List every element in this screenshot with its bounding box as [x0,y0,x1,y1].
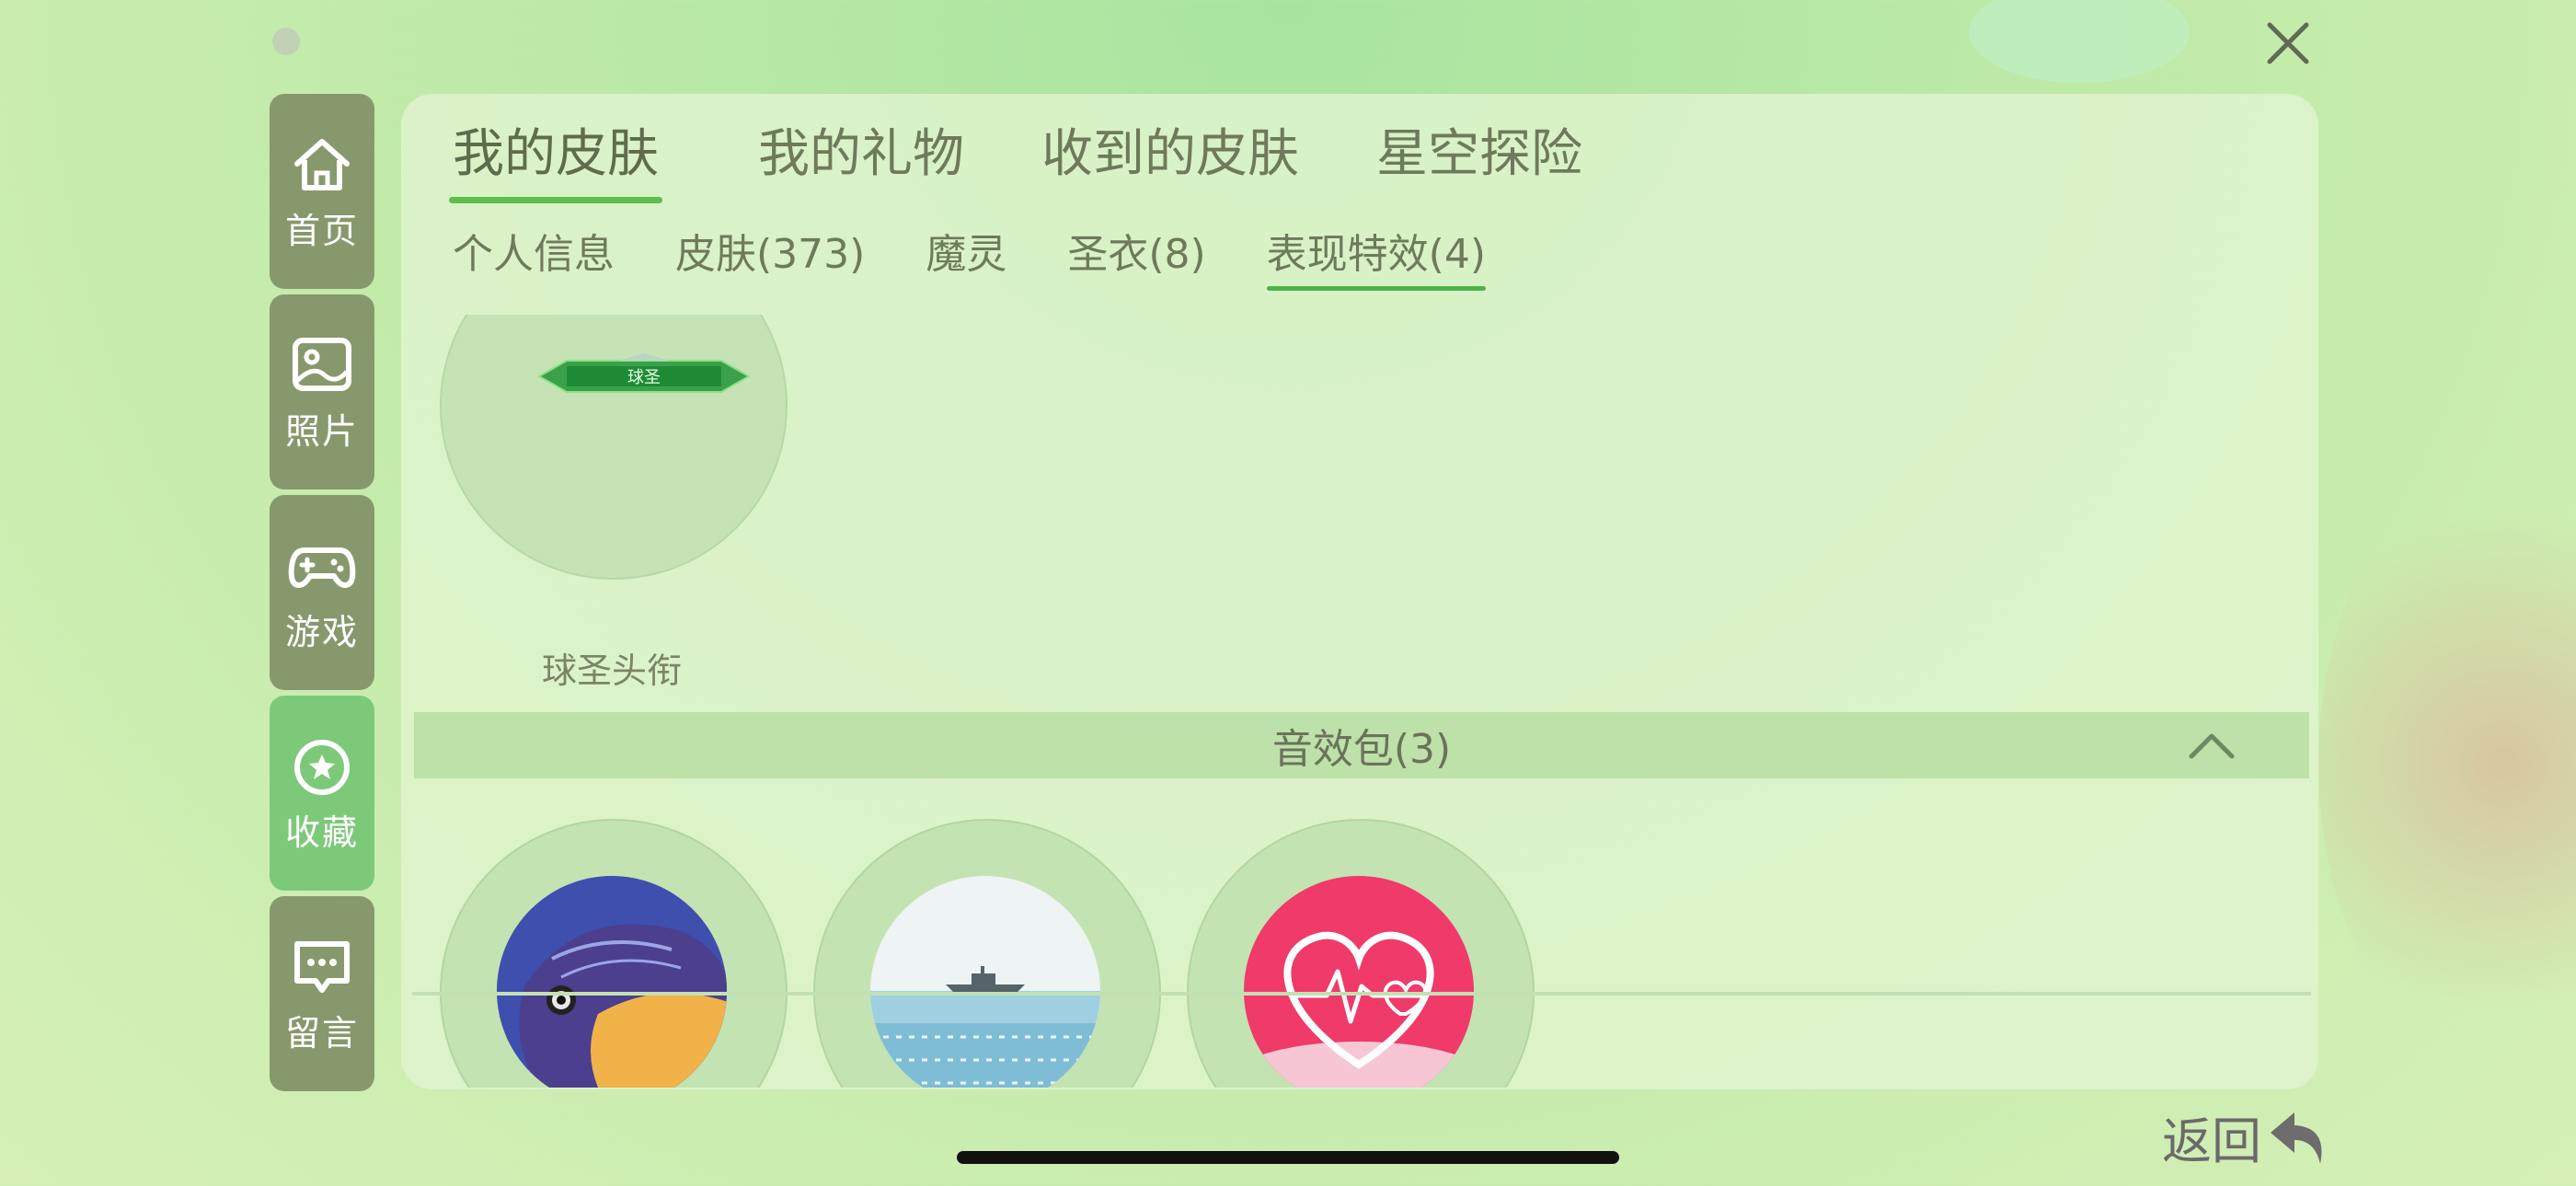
sidebar-item-label: 留言 [284,1012,359,1054]
back-label: 返回 [2162,1112,2261,1170]
tab-my-gifts[interactable]: 我的礼物 [758,112,964,187]
close-button[interactable] [2265,20,2311,66]
star-icon [294,739,350,795]
photo-icon [293,337,351,391]
title-badge-item[interactable]: 球圣 [440,315,788,580]
top-tabs: 我的皮肤 我的礼物 收到的皮肤 星空探险 [449,112,1582,203]
sidebar-item-label: 收藏 [284,812,359,853]
sidebar: 首页 照片 游戏 收藏 留言 [270,94,374,1097]
tab-my-skins[interactable]: 我的皮肤 [449,112,662,203]
sound-pack-item[interactable] [440,819,788,1088]
sub-tabs: 个人信息 皮肤(373) 魔灵 圣衣(8) 表现特效(4) [453,221,1487,291]
subtab-effects[interactable]: 表现特效(4) [1266,221,1487,291]
back-arrow-icon [2271,1111,2322,1164]
tab-received-skins[interactable]: 收到的皮肤 [1041,112,1299,187]
sidebar-item-games[interactable]: 游戏 [270,495,374,690]
sidebar-item-favorites[interactable]: 收藏 [270,696,374,891]
back-button[interactable]: 返回 [2162,1100,2331,1173]
title-badge-image: 球圣 [536,353,752,393]
close-icon [2267,22,2309,64]
subtab-profile[interactable]: 个人信息 [453,221,615,280]
sidebar-item-home[interactable]: 首页 [270,94,374,289]
sidebar-item-label: 首页 [284,210,359,251]
section-title: 音效包(3) [1271,726,1452,773]
main-panel: 我的皮肤 我的礼物 收到的皮肤 星空探险 个人信息 皮肤(373) 魔灵 圣衣(… [401,94,2318,1089]
sidebar-item-label: 照片 [284,410,359,452]
bokeh-decoration [272,28,300,55]
subtab-skins[interactable]: 皮肤(373) [675,221,865,280]
chevron-up-icon[interactable] [2188,729,2236,762]
sidebar-item-messages[interactable]: 留言 [270,896,374,1091]
sound-pack-section-header[interactable]: 音效包(3) [414,712,2309,778]
title-badge-label: 球圣头衔 [541,651,682,691]
home-indicator[interactable] [957,1151,1619,1164]
title-badge-text: 球圣 [627,368,661,387]
message-icon [294,940,350,993]
tab-star-adventure[interactable]: 星空探险 [1376,112,1582,187]
sound-pack-item[interactable] [1187,819,1535,1088]
home-icon [294,138,350,190]
effects-list: 球圣 球圣头衔 音效包(3) [401,315,2318,1088]
bokeh-decoration [2318,460,2576,1067]
list-bottom-divider [412,992,2311,996]
subtab-spirits[interactable]: 魔灵 [926,221,1006,280]
subtab-outfits[interactable]: 圣衣(8) [1067,221,1205,280]
gamepad-icon [288,547,356,588]
sidebar-item-label: 游戏 [284,611,359,652]
bokeh-decoration [1969,0,2190,83]
sound-pack-item[interactable] [813,819,1161,1088]
sidebar-item-photo[interactable]: 照片 [270,294,374,489]
